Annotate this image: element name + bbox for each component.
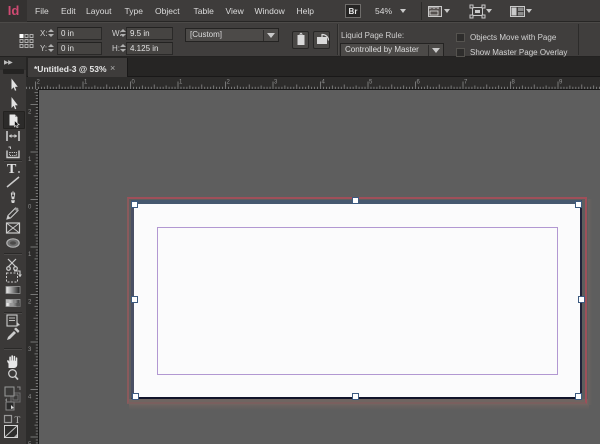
svg-text:2: 2 (37, 80, 41, 86)
svg-text:2: 2 (28, 300, 32, 306)
svg-text:8: 8 (512, 80, 516, 86)
svg-text:7: 7 (464, 80, 468, 86)
svg-text:9: 9 (559, 80, 563, 86)
svg-text:0: 0 (132, 80, 136, 86)
svg-text:1: 1 (28, 157, 32, 163)
svg-text:4: 4 (322, 80, 326, 86)
svg-text:2: 2 (28, 110, 32, 116)
svg-text:0: 0 (28, 205, 32, 211)
svg-text:3: 3 (28, 347, 32, 353)
svg-text:1: 1 (179, 80, 183, 86)
svg-text:3: 3 (274, 80, 278, 86)
svg-text:6: 6 (417, 80, 421, 86)
svg-text:5: 5 (369, 80, 373, 86)
svg-text:T: T (15, 416, 21, 424)
svg-text:1: 1 (28, 252, 32, 258)
svg-text:4: 4 (28, 395, 32, 401)
svg-text:1: 1 (84, 80, 88, 86)
svg-text:2: 2 (227, 80, 231, 86)
